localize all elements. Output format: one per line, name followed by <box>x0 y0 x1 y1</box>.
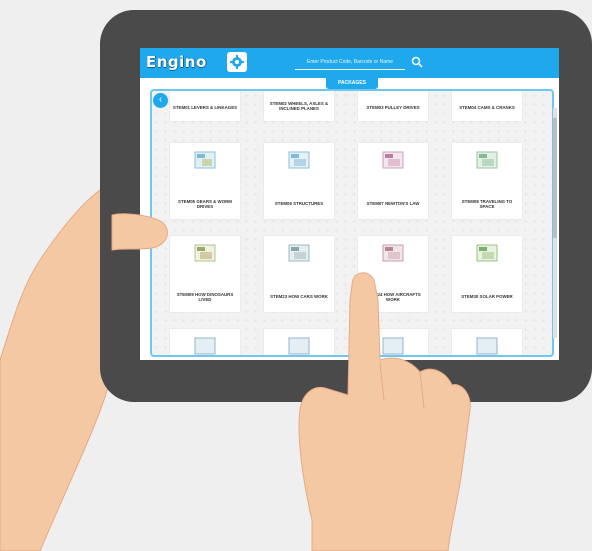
right-hand <box>298 272 471 551</box>
